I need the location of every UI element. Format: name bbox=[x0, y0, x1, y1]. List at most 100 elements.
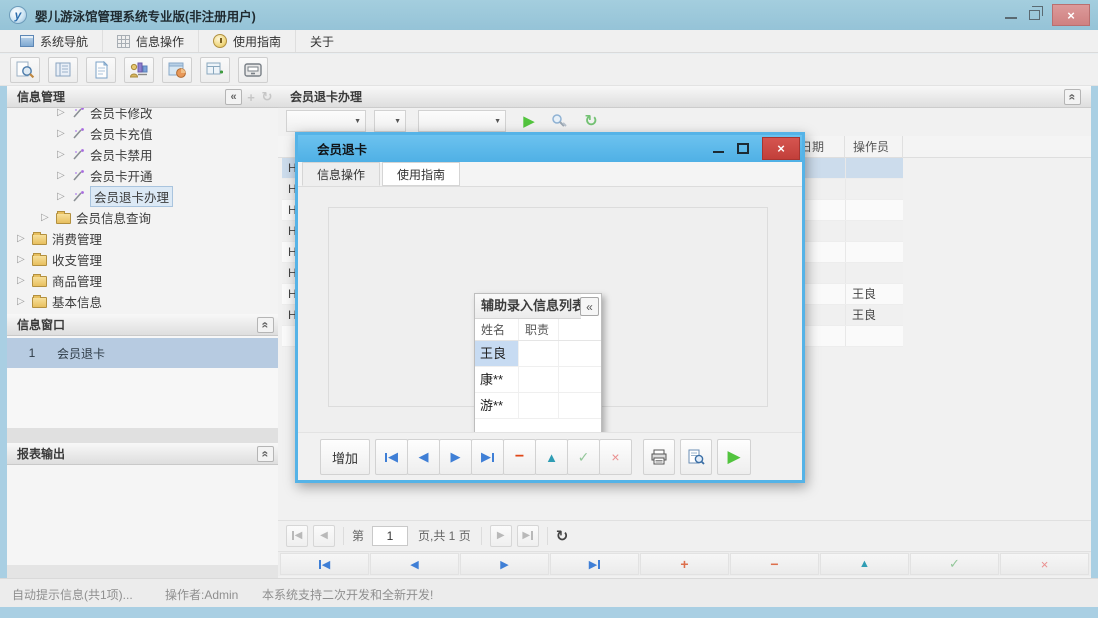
tab-info-ops[interactable]: 信息操作 bbox=[302, 162, 380, 186]
dlg-execute-button[interactable]: ▶ bbox=[717, 439, 751, 475]
popup-header[interactable]: 辅助录入信息列表 bbox=[475, 294, 581, 319]
search-document-button[interactable] bbox=[10, 57, 40, 83]
nav-panel-header: 信息管理 « + ↻ bbox=[7, 86, 278, 108]
main-toolbar bbox=[0, 54, 1098, 86]
close-button[interactable]: × bbox=[1052, 4, 1090, 26]
add-icon[interactable]: + bbox=[244, 90, 258, 105]
expander-icon[interactable]: ▷ bbox=[57, 128, 67, 139]
popup-row[interactable]: 王良 bbox=[475, 341, 601, 367]
dialog-close-button[interactable]: × bbox=[762, 137, 800, 160]
expander-icon[interactable]: ▷ bbox=[57, 170, 67, 181]
new-document-button[interactable] bbox=[86, 57, 116, 83]
status-message: 本系统支持二次开发和全新开发! bbox=[262, 586, 433, 603]
tree-item-product-mgmt[interactable]: ▷ 商品管理 bbox=[7, 270, 278, 291]
status-auto-hint: 自动提示信息(共1项)... bbox=[12, 586, 133, 603]
dialog-maximize-icon[interactable] bbox=[737, 143, 749, 154]
nav-last-button[interactable]: ▶ bbox=[550, 553, 639, 575]
dlg-confirm-button[interactable]: ✓ bbox=[567, 439, 600, 475]
execute-query-button[interactable]: ▶ bbox=[516, 109, 542, 133]
first-page-button[interactable]: ◀ bbox=[286, 525, 308, 547]
dlg-last-button[interactable]: ▶ bbox=[471, 439, 504, 475]
expander-icon[interactable]: ▷ bbox=[17, 254, 27, 265]
nav-next-button[interactable]: ▶ bbox=[460, 553, 549, 575]
popup-col-name[interactable]: 姓名 bbox=[475, 319, 519, 340]
tree-item-card-return[interactable]: ▷ 会员退卡办理 bbox=[7, 186, 278, 207]
popup-row[interactable]: 康** bbox=[475, 367, 601, 393]
tree-item-member-query[interactable]: ▷ 会员信息查询 bbox=[7, 207, 278, 228]
popup-col-duty[interactable]: 职责 bbox=[519, 319, 559, 340]
dlg-next-button[interactable]: ▶ bbox=[439, 439, 472, 475]
expander-icon[interactable]: ▷ bbox=[57, 191, 67, 202]
menu-system-nav[interactable]: 系统导航 bbox=[6, 30, 103, 52]
tree-item-finance-mgmt[interactable]: ▷ 收支管理 bbox=[7, 249, 278, 270]
prev-page-button[interactable]: ◀ bbox=[313, 525, 335, 547]
menu-info-ops[interactable]: 信息操作 bbox=[103, 30, 199, 52]
popup-row[interactable]: 游** bbox=[475, 393, 601, 419]
cancel-record-button[interactable]: × bbox=[1000, 553, 1089, 575]
delete-record-button[interactable]: − bbox=[730, 553, 819, 575]
table-add-button[interactable] bbox=[200, 57, 230, 83]
folder-icon bbox=[56, 213, 71, 224]
refresh-icon[interactable]: ↻ bbox=[578, 109, 604, 133]
member-report-button[interactable] bbox=[124, 57, 154, 83]
pager: ◀ ◀ 第 页,共 1 页 ▶ ▶ ↻ bbox=[278, 520, 1091, 550]
dlg-edit-button[interactable]: ▲ bbox=[535, 439, 568, 475]
refresh-icon[interactable]: ↻ bbox=[260, 89, 274, 105]
window-border-bottom bbox=[0, 607, 1098, 618]
collapse-left-icon[interactable]: « bbox=[225, 89, 242, 105]
search-edit-button[interactable] bbox=[546, 109, 572, 133]
expander-icon[interactable]: ▷ bbox=[41, 212, 51, 223]
page-number-input[interactable] bbox=[372, 526, 408, 546]
tree-item-card-disable[interactable]: ▷ 会员卡禁用 bbox=[7, 144, 278, 165]
card-index-button[interactable] bbox=[48, 57, 78, 83]
collapse-up-icon[interactable]: « bbox=[257, 446, 274, 462]
pager-refresh-icon[interactable]: ↻ bbox=[556, 527, 569, 545]
confirm-record-button[interactable]: ✓ bbox=[910, 553, 999, 575]
add-record-button[interactable]: + bbox=[640, 553, 729, 575]
restore-icon[interactable] bbox=[1029, 10, 1040, 20]
tree-item-basic-info[interactable]: ▷ 基本信息 bbox=[7, 291, 278, 312]
archive-drawer-button[interactable] bbox=[238, 57, 268, 83]
popup-collapse-icon[interactable]: « bbox=[580, 297, 599, 316]
expander-icon[interactable]: ▷ bbox=[17, 233, 27, 244]
filter-combo-1[interactable]: ▼ bbox=[286, 110, 366, 132]
add-button[interactable]: 增加 bbox=[320, 439, 370, 475]
print-button[interactable] bbox=[643, 439, 675, 475]
edit-record-button[interactable]: ▲ bbox=[820, 553, 909, 575]
expander-icon[interactable]: ▷ bbox=[57, 149, 67, 160]
splitter[interactable] bbox=[7, 428, 278, 443]
minimize-icon[interactable] bbox=[1005, 17, 1017, 19]
main-header-title: 会员退卡办理 bbox=[290, 88, 362, 105]
print-preview-button[interactable] bbox=[680, 439, 712, 475]
column-header-operator[interactable]: 操作员 bbox=[845, 136, 903, 158]
dlg-cancel-button[interactable]: × bbox=[599, 439, 632, 475]
menu-user-guide[interactable]: 使用指南 bbox=[199, 30, 296, 52]
dialog-minimize-icon[interactable] bbox=[713, 151, 724, 153]
tab-user-guide[interactable]: 使用指南 bbox=[382, 162, 460, 186]
tree-item-consume-mgmt[interactable]: ▷ 消费管理 bbox=[7, 228, 278, 249]
collapse-up-icon[interactable]: « bbox=[1064, 89, 1081, 105]
menu-about[interactable]: 关于 bbox=[296, 30, 348, 52]
dlg-prev-button[interactable]: ◀ bbox=[407, 439, 440, 475]
last-page-button[interactable]: ▶ bbox=[517, 525, 539, 547]
dlg-first-button[interactable]: ◀ bbox=[375, 439, 408, 475]
next-page-button[interactable]: ▶ bbox=[490, 525, 512, 547]
dlg-delete-button[interactable]: − bbox=[503, 439, 536, 475]
app-logo-icon: y bbox=[9, 6, 27, 24]
nav-first-button[interactable]: ◀ bbox=[280, 553, 369, 575]
info-window-row[interactable]: 1 会员退卡 bbox=[7, 338, 278, 368]
window-border-right bbox=[1091, 86, 1098, 607]
collapse-up-icon[interactable]: « bbox=[257, 317, 274, 333]
tree-item-card-recharge[interactable]: ▷ 会员卡充值 bbox=[7, 123, 278, 144]
form-designer-button[interactable] bbox=[162, 57, 192, 83]
expander-icon[interactable]: ▷ bbox=[57, 108, 67, 118]
filter-combo-2[interactable]: ▼ bbox=[374, 110, 406, 132]
expander-icon[interactable]: ▷ bbox=[17, 296, 27, 307]
filter-combo-3[interactable]: ▼ bbox=[418, 110, 506, 132]
nav-prev-button[interactable]: ◀ bbox=[370, 553, 459, 575]
tree-item-card-enable[interactable]: ▷ 会员卡开通 bbox=[7, 165, 278, 186]
tree-label: 会员卡开通 bbox=[90, 166, 153, 185]
tree-item-card-modify[interactable]: ▷ 会员卡修改 bbox=[7, 108, 278, 123]
form-pie-icon bbox=[167, 61, 187, 79]
expander-icon[interactable]: ▷ bbox=[17, 275, 27, 286]
